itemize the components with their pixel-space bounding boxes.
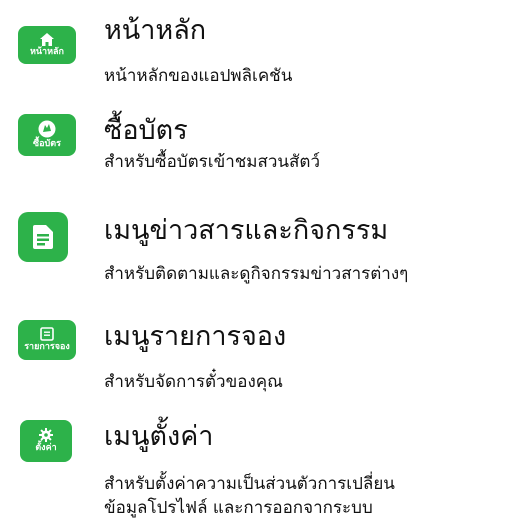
- menu-desc-buy-ticket: สำหรับซื้อบัตรเข้าชมสวนสัตว์: [104, 152, 320, 172]
- settings-tile-caption: ตั้งค่า: [35, 443, 57, 453]
- menu-desc-news: สำหรับติดตามและดูกิจกรรมข่าวสารต่างๆ: [104, 264, 409, 284]
- menu-title-news: เมนูข่าวสารและกิจกรรม: [104, 215, 389, 246]
- booking-list-icon: [40, 327, 54, 341]
- menu-desc-home: หน้าหลักของแอปพลิเคชัน: [104, 66, 293, 86]
- menu-title-settings: เมนูตั้งค่า: [104, 421, 214, 452]
- menu-title-bookings: เมนูรายการจอง: [104, 321, 287, 352]
- settings-tile[interactable]: ตั้งค่า: [20, 420, 72, 462]
- menu-desc-settings-line1: สำหรับตั้งค่าความเป็นส่วนตัวการเปลี่ยน: [104, 474, 395, 494]
- home-tile[interactable]: หน้าหลัก: [18, 26, 76, 64]
- buy-ticket-tile[interactable]: ซื้อบัตร: [18, 114, 76, 156]
- news-tile[interactable]: [18, 212, 68, 262]
- ticket-icon: [38, 120, 56, 138]
- bookings-tile[interactable]: รายการจอง: [18, 320, 76, 360]
- buy-ticket-tile-caption: ซื้อบัตร: [33, 139, 61, 149]
- menu-title-buy-ticket: ซื้อบัตร: [104, 115, 188, 146]
- home-icon: [40, 32, 54, 46]
- menu-desc-settings-line2: ข้อมูลโปรไฟล์ และการออกจากระบบ: [104, 498, 373, 518]
- menu-title-home: หน้าหลัก: [104, 15, 207, 46]
- settings-icon: [39, 428, 53, 442]
- menu-desc-bookings: สำหรับจัดการตั๋วของคุณ: [104, 372, 283, 392]
- home-tile-caption: หน้าหลัก: [29, 46, 65, 57]
- news-icon: [33, 225, 53, 249]
- bookings-tile-caption: รายการจอง: [24, 342, 70, 352]
